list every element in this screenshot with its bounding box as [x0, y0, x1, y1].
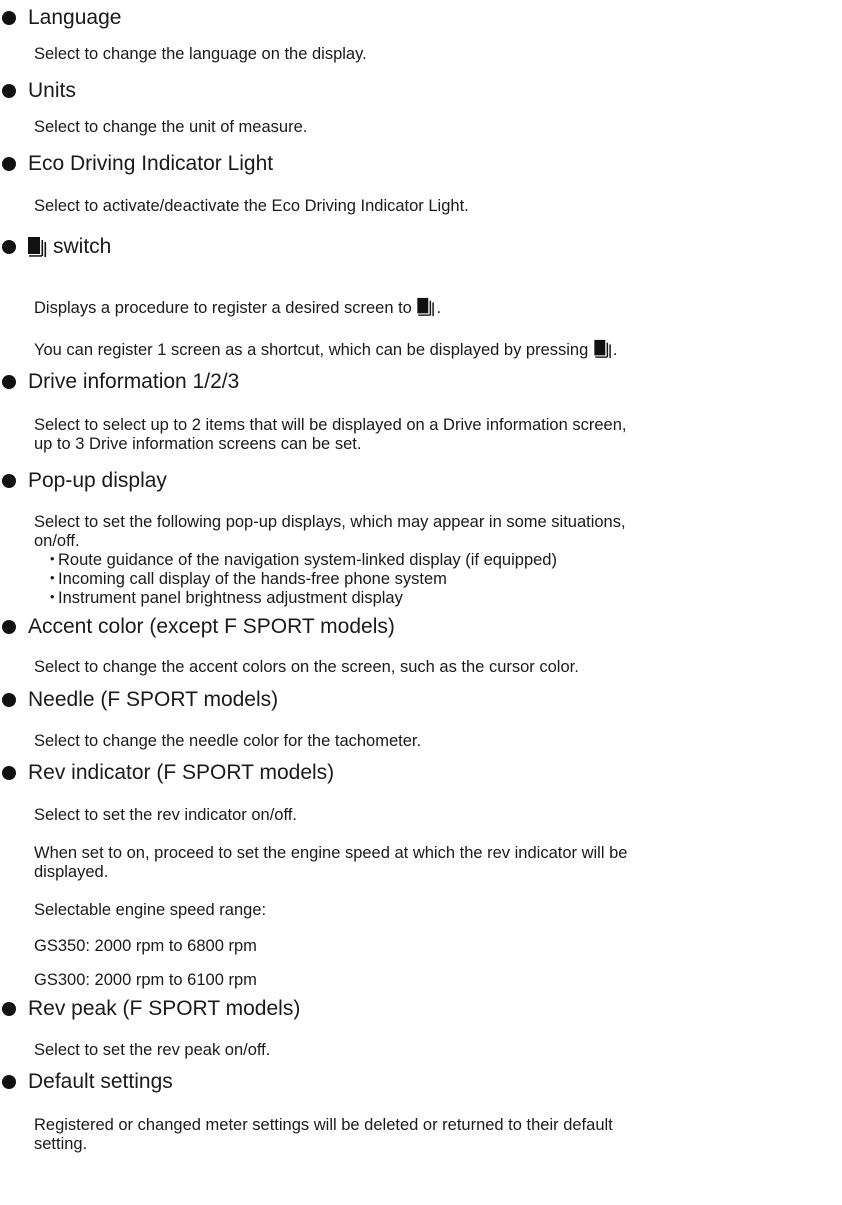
bullet-icon — [2, 84, 16, 98]
item-description: Select to change the unit of measure. — [34, 118, 308, 136]
item-description: Select to activate/deactivate the Eco Dr… — [34, 197, 469, 215]
item-heading: Rev peak (F SPORT models) — [0, 994, 300, 1024]
bullet-icon — [2, 474, 16, 488]
item-heading: Needle (F SPORT models) — [0, 685, 278, 715]
bullet-icon — [2, 693, 16, 707]
bullet-icon — [2, 240, 16, 254]
bullet-icon — [2, 157, 16, 171]
item-description: Select to set the rev indicator on/off. — [34, 806, 297, 824]
description-text: Displays a procedure to register a desir… — [34, 299, 412, 317]
description-text: You can register 1 screen as a shortcut,… — [34, 341, 589, 359]
item-title: Drive information 1/2/3 — [28, 370, 240, 393]
item-heading: Rev indicator (F SPORT models) — [0, 758, 334, 788]
item-title: Units — [28, 79, 76, 102]
item-description: You can register 1 screen as a shortcut,… — [34, 339, 834, 361]
item-description: Displays a procedure to register a desir… — [34, 297, 834, 319]
bullet-icon — [2, 1002, 16, 1016]
period: . — [436, 299, 442, 317]
period: . — [612, 341, 618, 359]
item-heading: Accent color (except F SPORT models) — [0, 612, 395, 642]
meter-display-switch-icon — [28, 237, 47, 257]
bullet-icon — [2, 766, 16, 780]
meter-display-switch-icon — [417, 297, 435, 317]
sub-list-item: ・Instrument panel brightness adjustment … — [44, 589, 403, 608]
bullet-icon — [2, 11, 16, 25]
bullet-icon — [2, 1075, 16, 1089]
sub-item-text: Incoming call display of the hands-free … — [58, 570, 447, 588]
item-title: switch — [53, 235, 112, 258]
item-heading: Default settings — [0, 1067, 173, 1097]
item-description: up to 3 Drive information screens can be… — [34, 435, 362, 453]
item-title: Rev peak (F SPORT models) — [28, 997, 301, 1020]
item-description: Select to change the accent colors on th… — [34, 658, 579, 676]
item-title: Default settings — [28, 1070, 173, 1093]
item-heading: Eco Driving Indicator Light — [0, 149, 273, 179]
meter-display-switch-icon — [594, 339, 611, 359]
sub-bullet: ・ — [44, 589, 61, 607]
item-heading: Units — [0, 76, 76, 106]
item-heading: Pop-up display — [0, 466, 167, 496]
item-title: Pop-up display — [28, 469, 167, 492]
item-title: Rev indicator (F SPORT models) — [28, 761, 335, 784]
item-heading: switch — [0, 232, 111, 262]
sub-bullet: ・ — [44, 570, 61, 588]
item-description: Select to set the following pop-up displ… — [34, 513, 626, 531]
sub-bullet: ・ — [44, 551, 61, 569]
sub-item-text: Route guidance of the navigation system-… — [58, 551, 557, 569]
item-description: setting. — [34, 1135, 88, 1153]
item-heading: Language — [0, 3, 121, 33]
item-description: When set to on, proceed to set the engin… — [34, 844, 628, 862]
bullet-icon — [2, 620, 16, 634]
item-description: displayed. — [34, 863, 109, 881]
item-description: Select to set the rev peak on/off. — [34, 1041, 271, 1059]
item-description: Select to change the language on the dis… — [34, 45, 367, 63]
bullet-icon — [2, 375, 16, 389]
item-description: Select to change the needle color for th… — [34, 732, 422, 750]
item-description: Selectable engine speed range: — [34, 901, 267, 919]
settings-description-page: Language Select to change the language o… — [0, 0, 842, 1205]
sub-item-text: Instrument panel brightness adjustment d… — [58, 589, 403, 607]
item-description: GS350: 2000 rpm to 6800 rpm — [34, 937, 257, 955]
item-title: Needle (F SPORT models) — [28, 688, 279, 711]
sub-list-item: ・Route guidance of the navigation system… — [44, 551, 557, 570]
item-title: Accent color (except F SPORT models) — [28, 615, 395, 638]
item-description: GS300: 2000 rpm to 6100 rpm — [34, 971, 257, 989]
item-title: Language — [28, 6, 122, 29]
item-title: Eco Driving Indicator Light — [28, 152, 274, 175]
item-description: Select to select up to 2 items that will… — [34, 416, 627, 434]
item-description: Registered or changed meter settings wil… — [34, 1116, 613, 1134]
item-heading: Drive information 1/2/3 — [0, 367, 239, 397]
sub-list-item: ・Incoming call display of the hands-free… — [44, 570, 447, 589]
item-description: on/off. — [34, 532, 80, 550]
